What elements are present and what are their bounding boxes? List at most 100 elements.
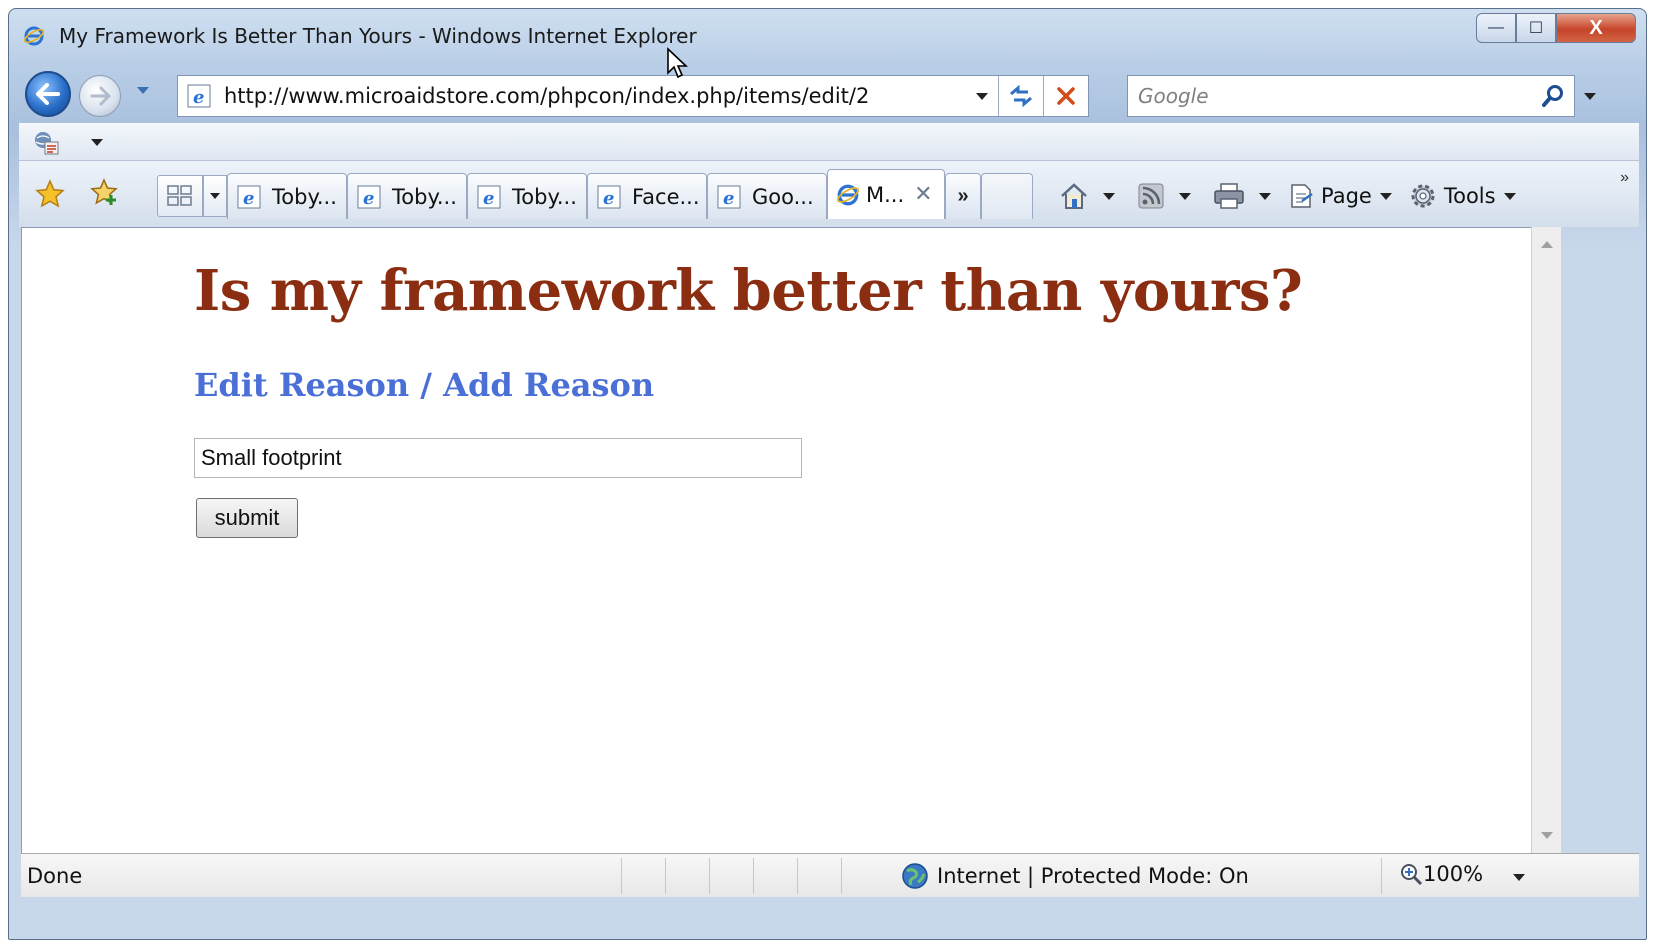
home-dropdown-icon[interactable] — [1103, 192, 1115, 200]
browser-tab[interactable]: e Toby... — [227, 173, 347, 219]
title-bar: My Framework Is Better Than Yours - Wind… — [9, 9, 1646, 59]
feeds-dropdown-icon[interactable] — [1179, 192, 1191, 200]
tab-label: M... — [866, 182, 905, 207]
url-text[interactable]: http://www.microaidstore.com/phpcon/inde… — [224, 84, 976, 108]
close-tab-icon[interactable]: ✕ — [914, 182, 932, 207]
browser-tab-active[interactable]: M... ✕ — [827, 169, 945, 219]
stop-button[interactable] — [1044, 76, 1088, 116]
address-bar[interactable]: e http://www.microaidstore.com/phpcon/in… — [177, 75, 1089, 117]
search-options-dropdown[interactable] — [1584, 93, 1596, 100]
maximize-button[interactable]: ☐ — [1516, 13, 1556, 43]
status-divider — [621, 858, 622, 894]
page-content: Is my framework better than yours? Edit … — [21, 227, 1531, 853]
status-text: Done — [27, 864, 83, 888]
tab-label: Face... — [632, 184, 700, 209]
svg-text:e: e — [193, 87, 204, 108]
status-divider — [841, 858, 842, 894]
page-ie-icon: e — [477, 185, 501, 209]
back-button[interactable] — [25, 71, 71, 117]
page-icon — [1291, 184, 1313, 208]
browser-tab[interactable]: e Toby... — [467, 173, 587, 219]
search-icon[interactable] — [1540, 83, 1566, 109]
vertical-scrollbar[interactable] — [1531, 227, 1561, 853]
search-input[interactable]: Google — [1138, 84, 1540, 108]
scroll-up-arrow-icon[interactable] — [1541, 241, 1553, 248]
reason-input[interactable] — [194, 438, 802, 478]
browser-tab[interactable]: e Face... — [587, 173, 707, 219]
tools-dropdown-icon — [1503, 192, 1516, 200]
page-title: Is my framework better than yours? — [194, 258, 1303, 324]
tab-list-dropdown[interactable] — [203, 175, 227, 217]
ie-logo-icon — [836, 184, 860, 205]
recent-pages-dropdown[interactable] — [137, 87, 149, 94]
add-favorites-icon[interactable] — [87, 177, 121, 209]
quick-tabs-button[interactable] — [157, 175, 203, 217]
zoom-dropdown-icon[interactable] — [1513, 874, 1525, 881]
command-dropdown[interactable] — [91, 139, 103, 146]
page-menu-label: Page — [1321, 184, 1372, 208]
tools-menu-button[interactable]: Tools — [1408, 181, 1516, 211]
status-divider — [709, 858, 710, 894]
close-button[interactable]: X — [1556, 13, 1636, 43]
printer-icon — [1214, 183, 1244, 209]
status-divider — [665, 858, 666, 894]
page-ie-icon: e — [237, 185, 261, 209]
tab-label: Toby... — [272, 184, 337, 209]
status-divider — [797, 858, 798, 894]
tab-bar: e Toby... e Toby... e Toby... e Face... … — [19, 161, 1639, 227]
print-button[interactable] — [1213, 182, 1271, 210]
svg-text:e: e — [363, 188, 374, 209]
favorites-center-icon[interactable] — [35, 179, 65, 209]
submit-button[interactable]: submit — [196, 498, 298, 538]
home-button[interactable] — [1059, 182, 1115, 210]
minimize-button[interactable]: — — [1476, 13, 1516, 43]
svg-text:e: e — [243, 188, 254, 209]
security-zone-text: Internet | Protected Mode: On — [937, 864, 1249, 888]
page-menu-button[interactable]: Page — [1287, 182, 1392, 210]
forward-button[interactable] — [79, 75, 121, 117]
refresh-button[interactable] — [999, 76, 1043, 116]
zoom-text: 100% — [1423, 862, 1484, 886]
command-bar — [19, 123, 1639, 161]
window-title: My Framework Is Better Than Yours - Wind… — [59, 24, 697, 48]
browser-window: My Framework Is Better Than Yours - Wind… — [8, 8, 1647, 940]
ie-logo-icon — [23, 26, 45, 46]
scroll-down-arrow-icon[interactable] — [1541, 832, 1553, 839]
forward-arrow-icon — [90, 86, 111, 106]
print-dropdown-icon[interactable] — [1259, 192, 1271, 200]
page-ie-icon: e — [187, 84, 211, 108]
page-ie-icon: e — [357, 185, 381, 209]
page-ie-icon: e — [597, 185, 621, 209]
zoom-level[interactable]: 100% — [1399, 862, 1483, 886]
back-arrow-icon — [36, 83, 60, 105]
home-icon — [1061, 183, 1087, 209]
window-controls: — ☐ X — [1476, 13, 1636, 45]
browser-tab[interactable]: e Toby... — [347, 173, 467, 219]
mouse-cursor-icon — [667, 47, 689, 79]
edit-reason-link[interactable]: Edit Reason / Add Reason — [194, 366, 654, 404]
address-dropdown-icon[interactable] — [976, 92, 988, 100]
globe-icon — [902, 863, 928, 889]
status-divider — [753, 858, 754, 894]
svg-text:e: e — [483, 188, 494, 209]
browser-tab[interactable]: e Goo... — [707, 173, 827, 219]
tab-overflow-button[interactable]: » — [945, 173, 981, 219]
tab-label: Toby... — [392, 184, 457, 209]
svg-text:e: e — [603, 188, 614, 209]
toolbar-overflow-chevrons[interactable]: » — [1620, 169, 1629, 187]
translate-icon[interactable] — [33, 130, 61, 156]
search-box[interactable]: Google — [1127, 75, 1575, 117]
rss-feed-icon — [1138, 183, 1164, 209]
tab-strip: e Toby... e Toby... e Toby... e Face... … — [227, 169, 1033, 219]
status-bar: Done Internet | Protected Mode: On 100% — [21, 853, 1639, 897]
status-divider — [1381, 858, 1382, 894]
gear-icon — [1411, 184, 1435, 208]
page-ie-icon: e — [717, 185, 741, 209]
refresh-icon — [1010, 84, 1032, 108]
security-zone[interactable]: Internet | Protected Mode: On — [901, 862, 1249, 890]
new-tab-button[interactable] — [981, 173, 1033, 219]
feeds-button[interactable] — [1137, 182, 1191, 210]
quick-tabs-icon — [167, 185, 192, 206]
stop-icon — [1057, 87, 1075, 105]
zoom-magnifier-icon — [1401, 864, 1423, 886]
